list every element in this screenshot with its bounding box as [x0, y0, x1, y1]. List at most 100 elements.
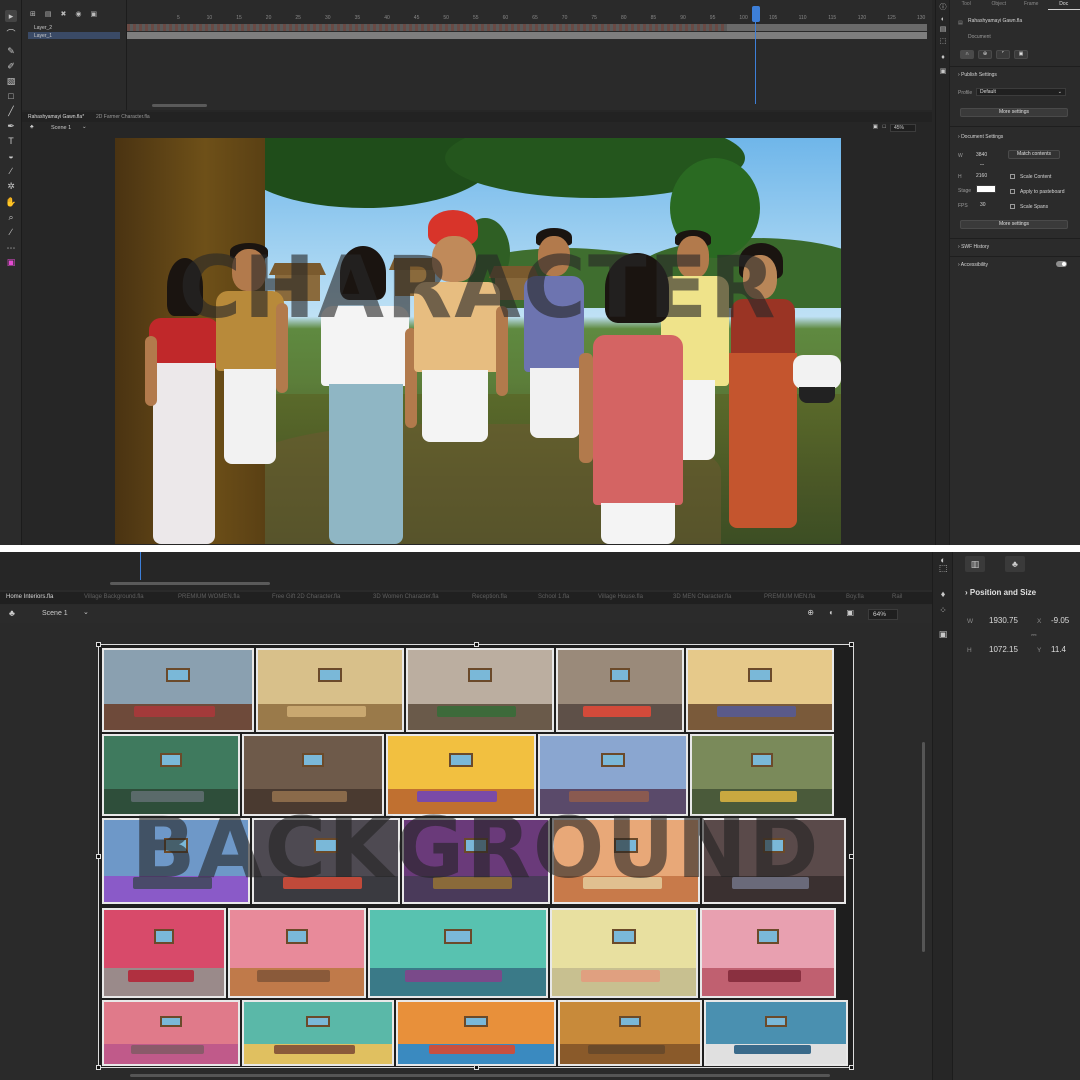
- timeline-scrollbar[interactable]: [110, 582, 270, 585]
- more-settings-button[interactable]: More settings: [960, 108, 1068, 117]
- character-boy-red-shirt[interactable]: [575, 253, 695, 544]
- folder-icon[interactable]: ▤: [45, 10, 52, 18]
- stage-color-swatch[interactable]: [976, 185, 996, 193]
- add-layer-icon[interactable]: ⊞: [30, 10, 36, 18]
- lock-icon[interactable]: ▣: [90, 10, 97, 18]
- snap-icon[interactable]: ∩: [960, 50, 974, 59]
- document-tab[interactable]: Boy.fla: [846, 594, 864, 600]
- background-thumbnail[interactable]: [406, 648, 554, 732]
- layer-row[interactable]: Layer_1: [28, 32, 120, 39]
- background-thumbnail[interactable]: [242, 1000, 394, 1066]
- width-value[interactable]: 1930.75: [989, 616, 1018, 625]
- background-thumbnail[interactable]: [556, 648, 684, 732]
- info-icon[interactable]: ⓘ: [938, 2, 948, 12]
- tab-doc[interactable]: Doc: [1047, 0, 1080, 10]
- scene-icon[interactable]: ♣: [30, 124, 34, 130]
- document-tab[interactable]: 2D Farmer Character.fla: [96, 114, 150, 120]
- document-tab[interactable]: Reception.fla: [472, 594, 507, 600]
- background-thumbnail[interactable]: [102, 818, 250, 904]
- library-icon[interactable]: ▤: [938, 24, 948, 34]
- character-elder-turban[interactable]: [410, 210, 508, 520]
- background-thumbnail[interactable]: [702, 818, 846, 904]
- chevron-down-icon[interactable]: ⌄: [82, 124, 87, 130]
- layer-row[interactable]: Layer_2: [34, 24, 52, 31]
- background-thumbnail[interactable]: [396, 1000, 556, 1066]
- eye-icon[interactable]: ◉: [75, 10, 81, 18]
- transform-icon[interactable]: ⬚: [938, 36, 948, 46]
- color-icon[interactable]: ◐: [938, 14, 948, 24]
- hand-tool-icon[interactable]: ✋: [5, 196, 17, 208]
- character-man-mustard[interactable]: [210, 243, 290, 528]
- document-tab[interactable]: Home Interiors.fla: [6, 594, 53, 600]
- tab-object[interactable]: Object: [983, 0, 1016, 10]
- background-thumbnail[interactable]: [102, 734, 240, 816]
- assets-icon[interactable]: ♦: [938, 52, 948, 62]
- character-man-white-shirt[interactable]: [315, 246, 417, 544]
- background-thumbnail[interactable]: [686, 648, 834, 732]
- layer-1-track[interactable]: [127, 32, 927, 39]
- background-thumbnail[interactable]: [558, 1000, 702, 1066]
- document-tab[interactable]: Village House.fla: [598, 594, 643, 600]
- swf-history-header[interactable]: › SWF History: [958, 244, 1072, 250]
- lasso-tool-icon[interactable]: ⌒: [5, 28, 17, 40]
- snap-to-grid-icon[interactable]: ⌜: [996, 50, 1010, 59]
- background-thumbnail[interactable]: [704, 1000, 848, 1066]
- document-tab[interactable]: School 1.fla: [538, 594, 569, 600]
- background-thumbnail[interactable]: [228, 908, 366, 998]
- scene-icon[interactable]: ♣: [9, 608, 15, 618]
- fill-color-swatch-icon[interactable]: ▣: [5, 256, 17, 268]
- delete-icon[interactable]: ✖: [61, 10, 67, 18]
- background-thumbnail[interactable]: [252, 818, 400, 904]
- clip-icon[interactable]: ▣: [873, 124, 878, 130]
- zoom-tool-icon[interactable]: ⌕: [5, 211, 17, 223]
- document-settings-header[interactable]: › Document Settings: [958, 134, 1072, 140]
- background-thumbnail[interactable]: [242, 734, 384, 816]
- symbol-icon[interactable]: ▥: [965, 556, 985, 572]
- text-tool-icon[interactable]: T: [5, 135, 17, 147]
- background-thumbnail[interactable]: [386, 734, 536, 816]
- scene-selector[interactable]: Scene 1: [42, 610, 68, 617]
- background-thumbnail[interactable]: [368, 908, 548, 998]
- background-thumbnail[interactable]: [538, 734, 688, 816]
- paint-bucket-icon[interactable]: ◒: [5, 150, 17, 162]
- brush-tool-icon[interactable]: ✎: [5, 45, 17, 57]
- chevron-down-icon[interactable]: ⌄: [83, 608, 89, 616]
- match-contents-button[interactable]: Match contents: [1008, 150, 1060, 159]
- background-thumbnail[interactable]: [256, 648, 404, 732]
- lock-icon[interactable]: ▣: [1014, 50, 1028, 59]
- stage-canvas[interactable]: [115, 138, 841, 544]
- document-tab[interactable]: PREMIUM MEN.fla: [764, 594, 815, 600]
- instance-icon[interactable]: ♣: [1005, 556, 1025, 572]
- accessibility-toggle[interactable]: [1056, 261, 1067, 267]
- background-thumbnail[interactable]: [102, 648, 254, 732]
- assets-icon[interactable]: ♦: [937, 588, 949, 600]
- profile-select[interactable]: Default ⌄: [976, 88, 1066, 96]
- rectangle-tool-icon[interactable]: □: [5, 90, 17, 102]
- pen-tool-icon[interactable]: ✒: [5, 120, 17, 132]
- background-thumbnail[interactable]: [700, 908, 836, 998]
- more-settings-button[interactable]: More settings: [960, 220, 1068, 229]
- background-thumbnail[interactable]: [102, 1000, 240, 1066]
- eraser-tool-icon[interactable]: ▧: [5, 75, 17, 87]
- link-icon[interactable]: ⎓: [980, 162, 1072, 168]
- document-tab[interactable]: Village Background.fla: [84, 594, 144, 600]
- zoom-field[interactable]: 45%: [890, 124, 916, 132]
- y-value[interactable]: 11.4: [1051, 645, 1066, 654]
- tab-tool[interactable]: Tool: [950, 0, 983, 10]
- color-picker-icon[interactable]: ∕: [5, 226, 17, 238]
- more-tools-icon[interactable]: ⋯: [5, 242, 17, 254]
- stage-canvas[interactable]: [98, 644, 854, 1068]
- timeline-scrollbar[interactable]: [152, 104, 207, 107]
- horizontal-scrollbar[interactable]: [130, 1074, 830, 1077]
- apply-pasteboard-checkbox[interactable]: [1010, 189, 1015, 194]
- camera-icon[interactable]: ▣: [937, 628, 949, 640]
- motion-presets-icon[interactable]: ⁘: [937, 604, 949, 616]
- cow[interactable]: [793, 343, 841, 403]
- pin-tool-icon[interactable]: ✲: [5, 180, 17, 192]
- document-tab[interactable]: 3D Women Character.fla: [373, 594, 439, 600]
- document-tab[interactable]: PREMIUM WOMEN.fla: [178, 594, 240, 600]
- background-thumbnail[interactable]: [102, 908, 226, 998]
- center-stage-icon[interactable]: ⊕: [807, 608, 814, 617]
- height-value[interactable]: 1072.15: [989, 645, 1018, 654]
- accessibility-header[interactable]: › Accessibility: [958, 262, 1072, 268]
